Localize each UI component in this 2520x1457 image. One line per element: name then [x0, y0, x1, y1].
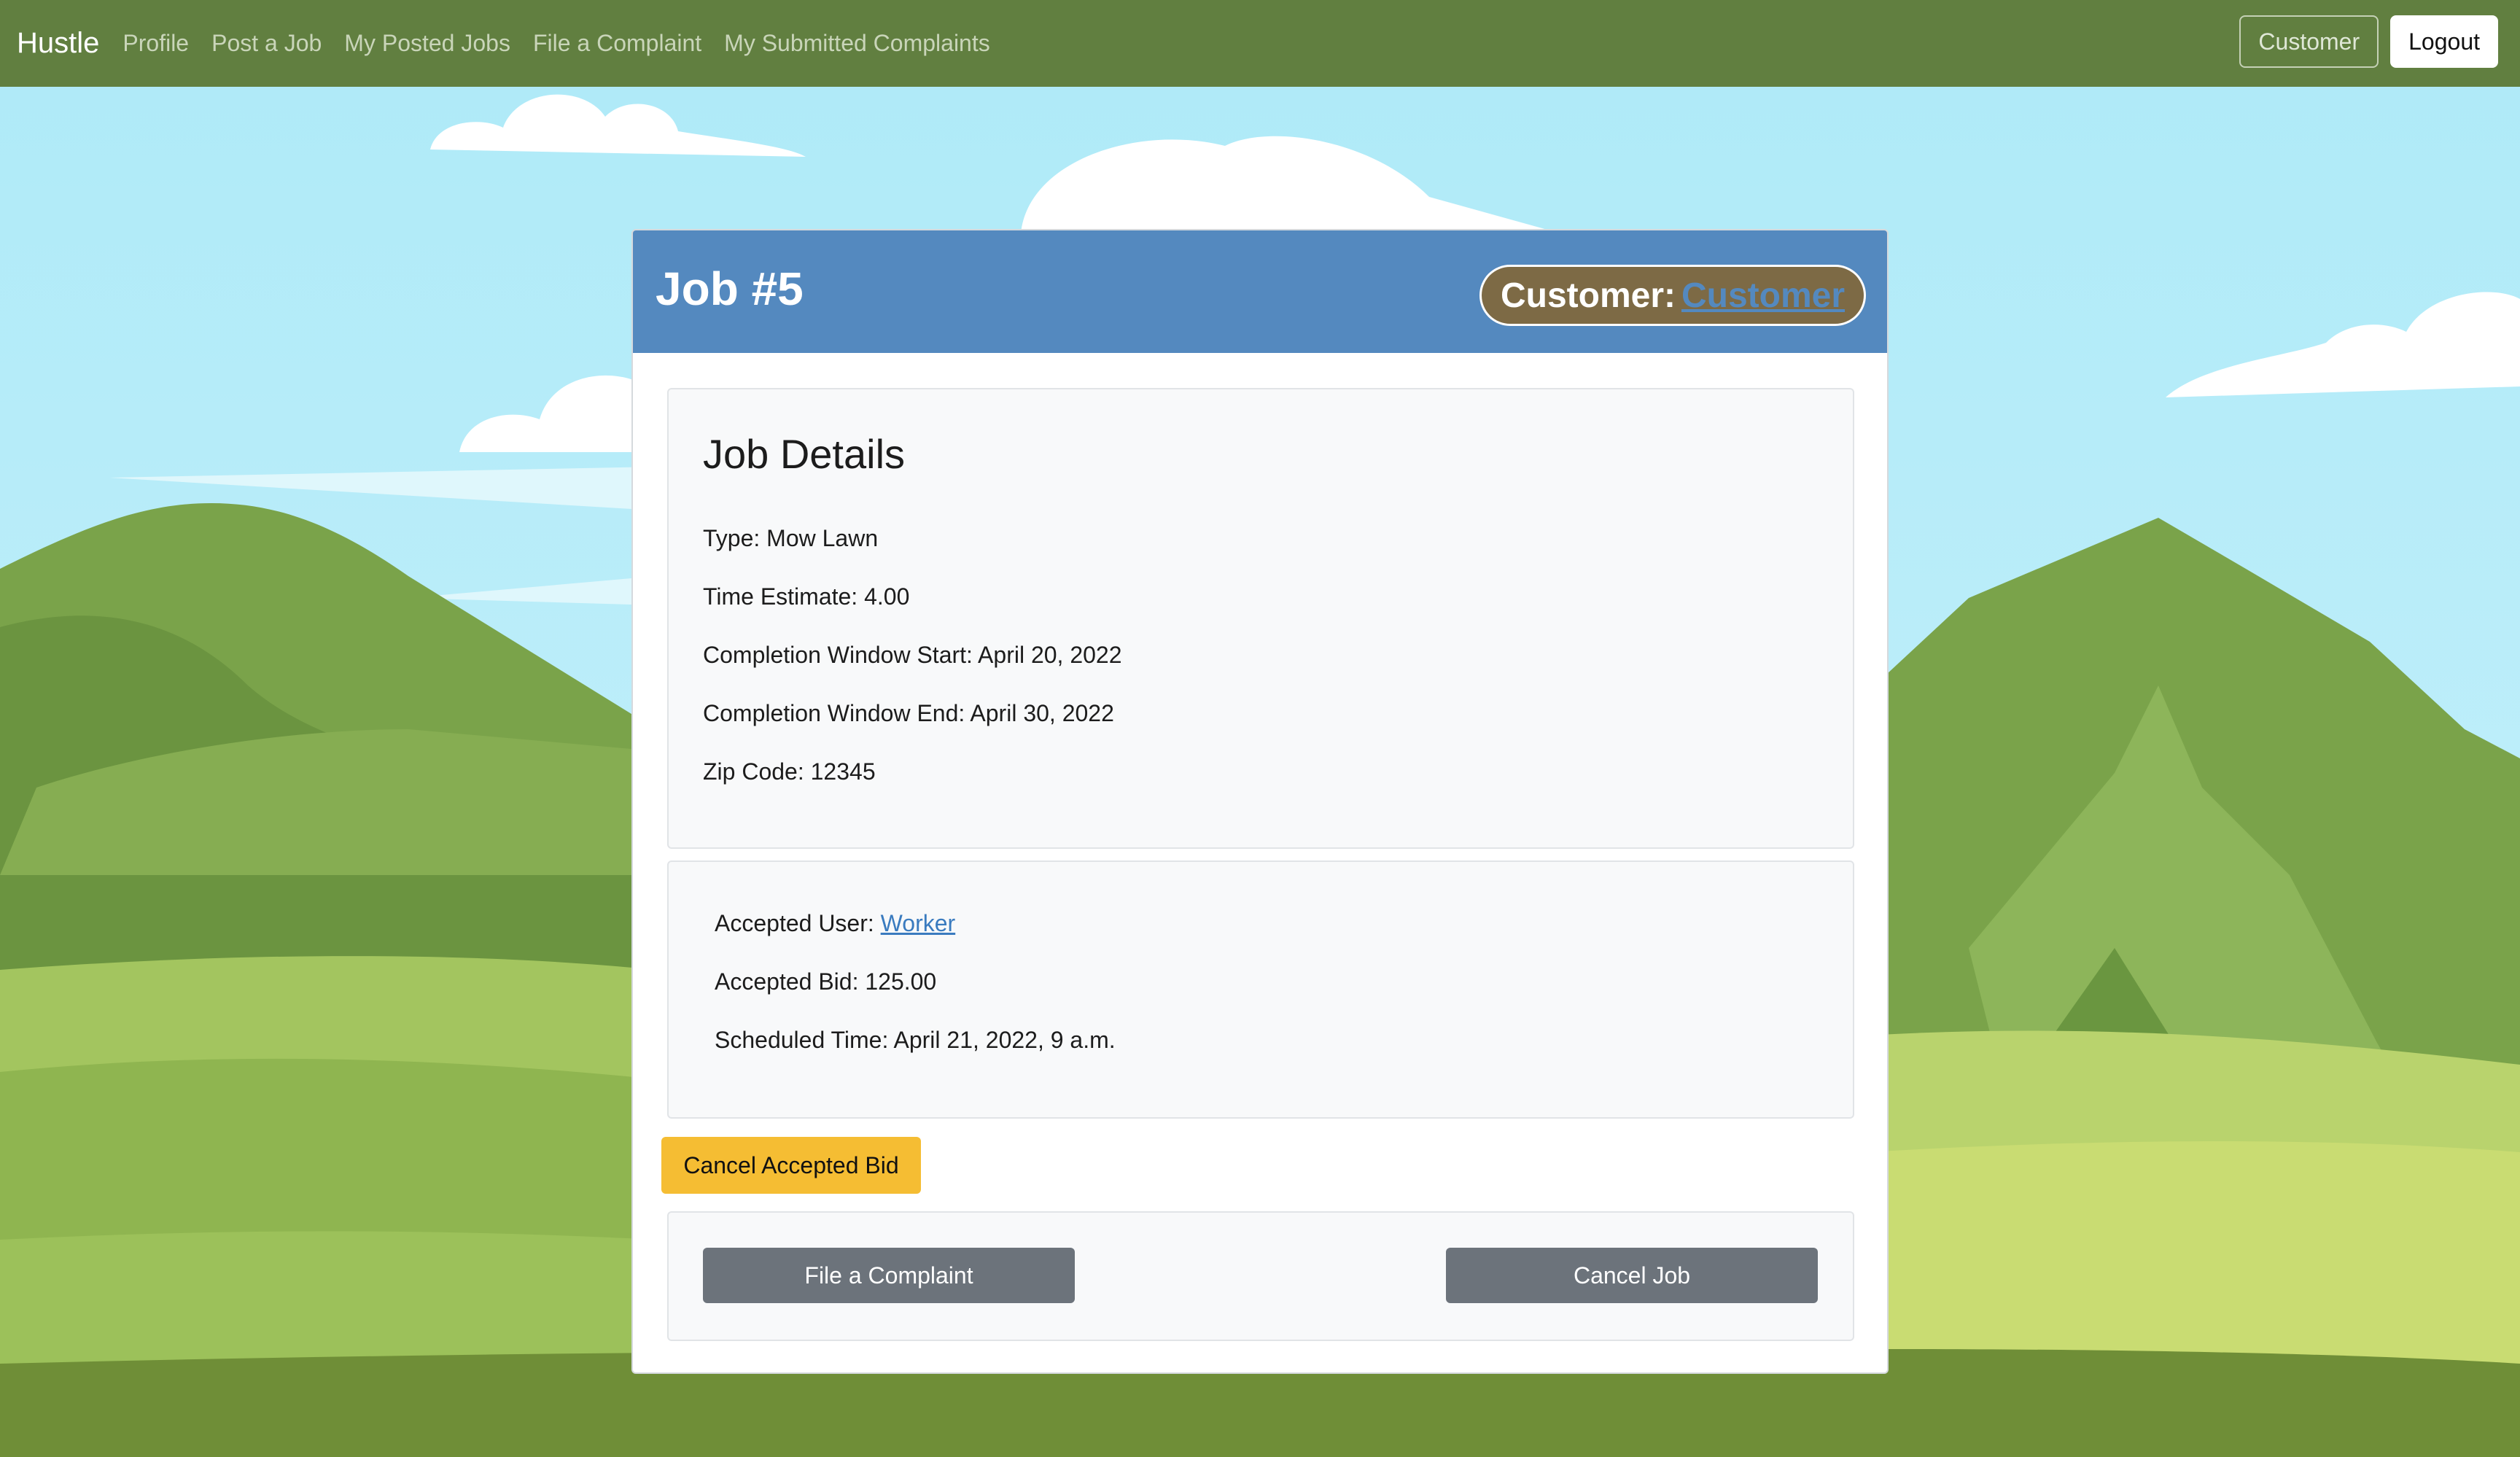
- brand-logo[interactable]: Hustle: [17, 27, 99, 60]
- accepted-bid: Accepted Bid: 125.00: [715, 968, 937, 995]
- accepted-user: Accepted User: Worker: [715, 910, 955, 937]
- job-details-heading: Job Details: [703, 431, 906, 477]
- logout-button[interactable]: Logout: [2390, 15, 2498, 68]
- customer-role-button[interactable]: Customer: [2239, 15, 2379, 68]
- job-card-header: Job #5 Customer: Customer: [633, 230, 1887, 353]
- nav-my-posted-jobs[interactable]: My Posted Jobs: [344, 30, 510, 57]
- nav-my-submitted-complaints[interactable]: My Submitted Complaints: [724, 30, 990, 57]
- nav-file-complaint[interactable]: File a Complaint: [533, 30, 701, 57]
- job-title: Job #5: [656, 263, 804, 315]
- nav-profile[interactable]: Profile: [122, 30, 189, 57]
- job-card: Job #5 Customer: Customer Job Details Ty…: [631, 229, 1889, 1374]
- customer-link[interactable]: Customer: [1681, 276, 1845, 316]
- customer-badge: Customer: Customer: [1479, 265, 1866, 326]
- file-complaint-button[interactable]: File a Complaint: [703, 1248, 1075, 1303]
- nav-post-job[interactable]: Post a Job: [211, 30, 322, 57]
- job-type: Type: Mow Lawn: [703, 525, 879, 551]
- top-navbar: Hustle Profile Post a Job My Posted Jobs…: [0, 0, 2520, 87]
- time-estimate: Time Estimate: 4.00: [703, 583, 910, 610]
- cancel-job-button[interactable]: Cancel Job: [1446, 1248, 1818, 1303]
- completion-window-end: Completion Window End: April 30, 2022: [703, 700, 1114, 726]
- job-details-panel: Job Details Type: Mow Lawn Time Estimate…: [667, 388, 1854, 849]
- zip-code: Zip Code: 12345: [703, 758, 876, 785]
- scheduled-time: Scheduled Time: April 21, 2022, 9 a.m.: [715, 1027, 1116, 1053]
- completion-window-start: Completion Window Start: April 20, 2022: [703, 642, 1122, 668]
- navbar-right-group: Customer Logout: [2239, 15, 2498, 68]
- accepted-user-link[interactable]: Worker: [881, 910, 956, 936]
- customer-label: Customer:: [1500, 276, 1676, 315]
- accepted-user-label: Accepted User:: [715, 910, 874, 936]
- cancel-accepted-bid-button[interactable]: Cancel Accepted Bid: [661, 1137, 921, 1194]
- job-actions-panel: File a Complaint Cancel Job: [667, 1211, 1854, 1341]
- accepted-bid-panel: Accepted User: Worker Accepted Bid: 125.…: [667, 860, 1854, 1119]
